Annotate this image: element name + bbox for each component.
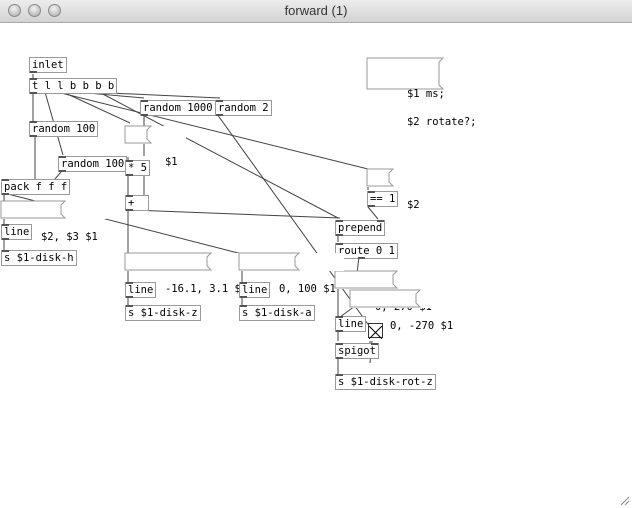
outlet[interactable] xyxy=(336,357,343,359)
inlet[interactable] xyxy=(30,121,37,123)
prepend-object[interactable]: prepend xyxy=(335,220,386,236)
outlet[interactable] xyxy=(59,170,66,172)
inlet[interactable] xyxy=(141,100,148,102)
outlet[interactable] xyxy=(2,238,9,240)
inlet[interactable] xyxy=(2,179,9,181)
inlet[interactable] xyxy=(2,224,9,226)
outlet[interactable] xyxy=(141,114,148,116)
outlet[interactable] xyxy=(30,92,37,94)
inlet[interactable] xyxy=(2,250,9,252)
resize-grip-icon[interactable] xyxy=(618,494,630,506)
inlet[interactable] xyxy=(368,191,375,193)
plus-object[interactable]: + xyxy=(125,195,149,211)
random-1000-object[interactable]: random 1000 xyxy=(140,100,216,116)
inlet[interactable] xyxy=(336,243,343,245)
inlet[interactable] xyxy=(126,305,133,307)
outlet[interactable] xyxy=(336,330,343,332)
message-z-values[interactable]: -16.1, 3.1 $1 xyxy=(124,252,256,295)
outlet[interactable] xyxy=(216,114,223,116)
send-disk-z[interactable]: s $1-disk-z xyxy=(125,305,201,321)
inlet[interactable] xyxy=(126,282,133,284)
send-disk-h[interactable]: s $1-disk-h xyxy=(1,250,77,266)
message-dollar1[interactable]: $1 xyxy=(124,125,186,168)
inlet[interactable] xyxy=(336,316,343,318)
rotate-toggle[interactable] xyxy=(368,323,383,340)
line-object-h[interactable]: line xyxy=(1,224,33,240)
outlet[interactable] xyxy=(2,193,9,195)
outlet[interactable] xyxy=(30,71,37,73)
line-object-z[interactable]: line xyxy=(125,282,157,298)
toggle-x-icon xyxy=(368,325,383,340)
outlet[interactable] xyxy=(240,296,247,298)
inlet-object[interactable]: inlet xyxy=(29,57,67,73)
message-dollar2-3-1[interactable]: $2, $3 $1 xyxy=(0,200,106,243)
outlet[interactable] xyxy=(336,234,343,236)
outlet[interactable] xyxy=(368,205,375,207)
inlet[interactable] xyxy=(30,78,37,80)
inlet[interactable] xyxy=(336,220,343,222)
inlet[interactable] xyxy=(126,160,133,162)
pack-object[interactable]: pack f f f xyxy=(1,179,71,195)
message-0-neg270[interactable]: 0, -270 $1 xyxy=(349,289,462,332)
random-100-object[interactable]: random 100 xyxy=(29,121,99,137)
outlet[interactable] xyxy=(126,209,133,211)
inlet-right[interactable] xyxy=(377,220,385,222)
random-100-object-2[interactable]: random 100 xyxy=(58,156,128,172)
inlet[interactable] xyxy=(336,343,343,345)
inlet[interactable] xyxy=(336,374,343,376)
inlet[interactable] xyxy=(240,282,247,284)
inlet[interactable] xyxy=(240,305,247,307)
send-disk-a[interactable]: s $1-disk-a xyxy=(239,305,315,321)
spigot-object[interactable]: spigot xyxy=(335,343,379,359)
trigger-object[interactable]: t l l b b b b xyxy=(29,78,118,94)
inlet[interactable] xyxy=(126,195,133,197)
patch-window: forward (1) inlet t l l b b b b random 1… xyxy=(0,0,632,508)
outlet[interactable] xyxy=(126,296,133,298)
outlet-2[interactable] xyxy=(358,257,365,259)
line-object-a[interactable]: line xyxy=(239,282,271,298)
outlet[interactable] xyxy=(30,135,37,137)
random-2-object[interactable]: random 2 xyxy=(215,100,272,116)
message-dollar2[interactable]: $2 xyxy=(366,168,428,211)
patch-canvas[interactable]: inlet t l l b b b b random 1000 random 2… xyxy=(0,23,632,508)
outlet[interactable] xyxy=(126,174,133,176)
message-a-values[interactable]: 0, 100 $1 xyxy=(238,252,344,295)
route-object[interactable]: route 0 1 xyxy=(335,243,398,259)
multiply-object[interactable]: * 5 xyxy=(125,160,150,176)
send-disk-rot-z[interactable]: s $1-disk-rot-z xyxy=(335,374,436,390)
inlet-right[interactable] xyxy=(370,343,378,345)
title-bar[interactable]: forward (1) xyxy=(0,0,632,23)
window-title: forward (1) xyxy=(284,3,348,18)
message-0-270[interactable]: 0, 270 $1 xyxy=(334,270,440,313)
inlet[interactable] xyxy=(59,156,66,158)
line-object-rot[interactable]: line xyxy=(335,316,367,332)
equals-1-object[interactable]: == 1 xyxy=(367,191,399,207)
inlet[interactable] xyxy=(216,100,223,102)
message-ms-rotate[interactable]: $1 ms; $2 rotate?; xyxy=(366,57,485,128)
